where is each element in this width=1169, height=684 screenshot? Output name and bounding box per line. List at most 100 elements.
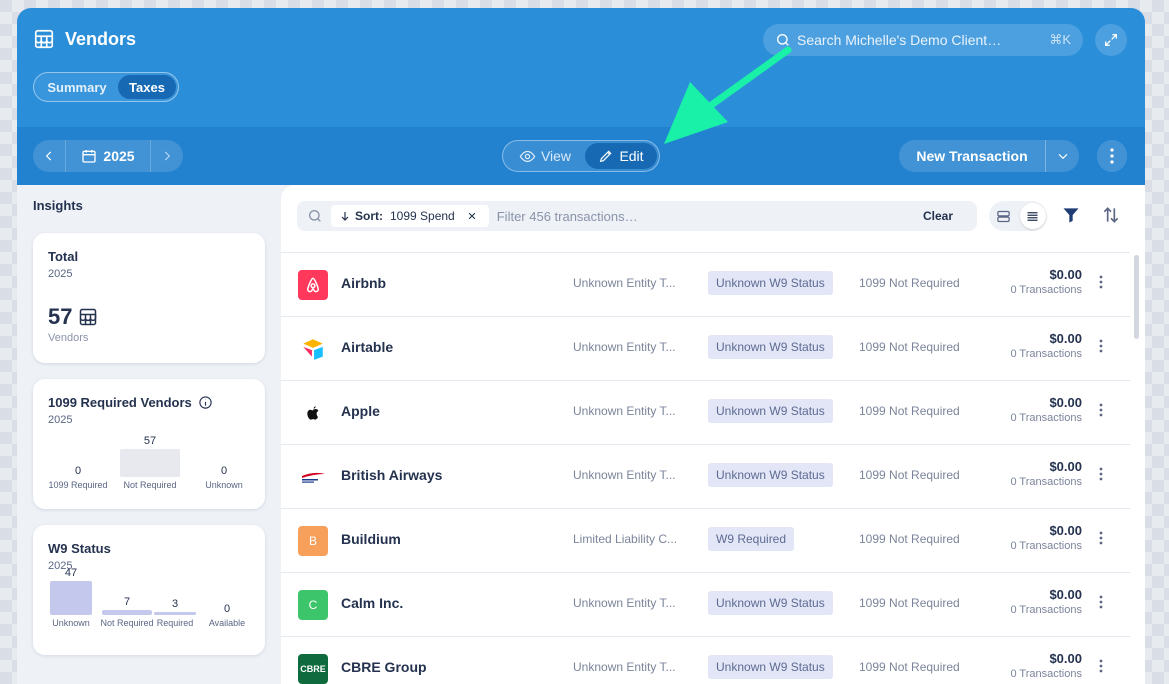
sort-icon[interactable]	[1101, 205, 1121, 225]
table-row[interactable]: C Calm Inc. Unknown Entity T... Unknown W9 …	[281, 573, 1130, 637]
row-menu-button[interactable]	[1099, 403, 1103, 422]
new-transaction-button[interactable]: New Transaction	[899, 148, 1045, 164]
vendor-name[interactable]: Airbnb	[341, 275, 386, 291]
entity-type[interactable]: Unknown Entity T...	[573, 404, 685, 418]
w9-status-badge[interactable]: Unknown W9 Status	[708, 655, 833, 679]
spend-amount: $0.00	[1049, 267, 1082, 282]
vendor-name[interactable]: Calm Inc.	[341, 595, 403, 611]
bar	[154, 612, 196, 615]
entity-type[interactable]: Unknown Entity T...	[573, 276, 685, 290]
entity-type[interactable]: Limited Liability C...	[573, 532, 685, 546]
w9-status-badge[interactable]: Unknown W9 Status	[708, 591, 833, 615]
view-mode-button[interactable]: View	[505, 143, 585, 169]
global-search[interactable]: Search Michelle's Demo Client… ⌘K	[763, 24, 1083, 56]
row-menu-button[interactable]	[1099, 275, 1103, 294]
entity-type[interactable]: Unknown Entity T...	[573, 340, 685, 354]
1099-requirement[interactable]: 1099 Not Required	[859, 532, 960, 546]
bar-value: 0	[220, 465, 228, 477]
table-row[interactable]: Airtable Unknown Entity T... Unknown W9 St…	[281, 317, 1130, 381]
year-picker[interactable]: 2025	[65, 140, 151, 172]
vendor-logo-text: CBRE	[300, 664, 326, 674]
1099-requirement[interactable]: 1099 Not Required	[859, 276, 960, 290]
1099-requirement[interactable]: 1099 Not Required	[859, 468, 960, 482]
expand-button[interactable]	[1095, 24, 1127, 56]
sort-chip[interactable]: Sort: 1099 Spend	[331, 205, 489, 227]
1099-requirement[interactable]: 1099 Not Required	[859, 340, 960, 354]
row-menu-button[interactable]	[1099, 595, 1103, 614]
w9-status-badge[interactable]: Unknown W9 Status	[708, 335, 833, 359]
insights-panel: Insights Total 2025 57 Vendors 1099 Requ…	[33, 198, 265, 671]
tab-taxes[interactable]: Taxes	[118, 75, 176, 99]
entity-type[interactable]: Unknown Entity T...	[573, 660, 685, 674]
table-row[interactable]: Apple Unknown Entity T... Unknown W9 Statu…	[281, 381, 1130, 445]
w9-status-badge[interactable]: Unknown W9 Status	[708, 399, 833, 423]
kebab-icon	[1099, 275, 1103, 289]
table-row[interactable]: B Buildium Limited Liability C... W9 Requir…	[281, 509, 1130, 573]
more-options-button[interactable]	[1097, 140, 1127, 172]
table-row[interactable]: Airbnb Unknown Entity T... Unknown W9 Stat…	[281, 253, 1130, 317]
card-layout-button[interactable]	[991, 203, 1017, 229]
vendor-name[interactable]: Buildium	[341, 531, 401, 547]
kebab-icon	[1099, 403, 1103, 417]
clear-button[interactable]: Clear	[923, 209, 953, 223]
w9-bar-chart: 47 Unknown 7 Not Required 3 Required 0 Availabl…	[48, 567, 250, 628]
edit-label: Edit	[619, 148, 644, 164]
vendor-list: Airbnb Unknown Entity T... Unknown W9 Stat…	[281, 252, 1130, 684]
scrollbar[interactable]	[1134, 255, 1139, 339]
w9-status-card: W9 Status 2025 47 Unknown 7 Not Required 3 Re…	[33, 525, 265, 655]
w9-status-badge[interactable]: Unknown W9 Status	[708, 271, 833, 295]
vendor-spend: $0.00 0 Transactions	[1010, 587, 1082, 616]
spend-amount: $0.00	[1049, 459, 1082, 474]
spend-amount: $0.00	[1049, 587, 1082, 602]
next-year-button[interactable]	[151, 140, 183, 172]
w9-status-badge[interactable]: W9 Required	[708, 527, 795, 551]
info-icon[interactable]	[198, 395, 213, 410]
filter-bar[interactable]: Sort: 1099 Spend Filter 456 transactions…	[297, 201, 977, 231]
bar-label: Not Required	[123, 480, 177, 490]
storefront-icon	[80, 308, 97, 326]
1099-requirement[interactable]: 1099 Not Required	[859, 660, 960, 674]
page-header: Vendors	[33, 28, 136, 50]
row-menu-button[interactable]	[1099, 467, 1103, 486]
summary-taxes-switch: Summary Taxes	[33, 72, 179, 102]
bar-value: 47	[64, 567, 78, 579]
required-title: 1099 Required Vendors	[48, 395, 192, 410]
tab-summary[interactable]: Summary	[36, 75, 118, 99]
transaction-count: 0 Transactions	[1010, 476, 1082, 488]
row-menu-button[interactable]	[1099, 659, 1103, 678]
row-menu-button[interactable]	[1099, 531, 1103, 550]
airbnb-logo-icon	[306, 277, 320, 293]
w9-status-badge[interactable]: Unknown W9 Status	[708, 463, 833, 487]
search-placeholder: Search Michelle's Demo Client…	[797, 32, 1002, 48]
transaction-count: 0 Transactions	[1010, 412, 1082, 424]
remove-sort-button[interactable]	[463, 211, 481, 221]
1099-requirement[interactable]: 1099 Not Required	[859, 596, 960, 610]
1099-requirement[interactable]: 1099 Not Required	[859, 404, 960, 418]
card-title: W9 Status	[48, 541, 111, 556]
vendor-name[interactable]: British Airways	[341, 467, 442, 483]
vendor-name[interactable]: Airtable	[341, 339, 393, 355]
required-vendors-card: 1099 Required Vendors 2025 0 1099 Require…	[33, 379, 265, 509]
table-row[interactable]: British Airways Unknown Entity T... Unknow…	[281, 445, 1130, 509]
entity-type[interactable]: Unknown Entity T...	[573, 468, 685, 482]
row-menu-button[interactable]	[1099, 339, 1103, 358]
table-row[interactable]: CBRE CBRE Group Unknown Entity T... Unknown…	[281, 637, 1130, 684]
filter-input[interactable]: Filter 456 transactions…	[497, 209, 923, 224]
edit-mode-button[interactable]: Edit	[585, 143, 657, 169]
filter-icon[interactable]	[1061, 205, 1081, 225]
rows-icon	[997, 210, 1010, 222]
vendor-name[interactable]: CBRE Group	[341, 659, 427, 675]
list-layout-button[interactable]	[1019, 203, 1046, 229]
storefront-icon	[34, 29, 54, 49]
entity-type[interactable]: Unknown Entity T...	[573, 596, 685, 610]
insights-heading: Insights	[33, 198, 83, 213]
transaction-count: 0 Transactions	[1010, 284, 1082, 296]
new-transaction-dropdown[interactable]	[1045, 140, 1079, 172]
previous-year-button[interactable]	[33, 140, 65, 172]
bar-value: 57	[143, 435, 157, 447]
vendor-name[interactable]: Apple	[341, 403, 380, 419]
bar	[102, 609, 152, 615]
bar-label: Not Required	[100, 618, 154, 628]
british-airways-logo-icon	[302, 472, 325, 483]
transactions-panel: Sort: 1099 Spend Filter 456 transactions…	[281, 185, 1145, 684]
